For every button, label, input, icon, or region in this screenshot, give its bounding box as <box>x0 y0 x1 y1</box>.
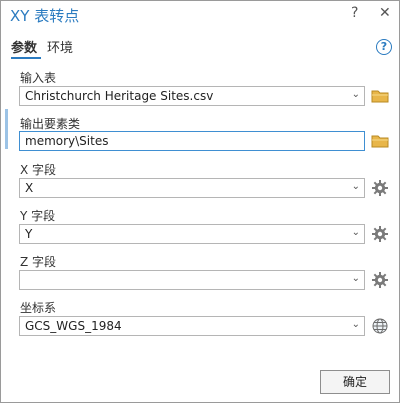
output-features-input[interactable]: memory\Sites <box>19 131 365 151</box>
chevron-down-icon: ⌄ <box>351 273 360 284</box>
tab-parameters-label: 参数 <box>11 41 38 56</box>
tab-environments[interactable]: 环境 <box>47 37 73 56</box>
coord-system-value: GCS_WGS_1984 <box>25 319 122 333</box>
x-field-value: X <box>25 181 34 195</box>
gear-icon[interactable] <box>371 225 389 243</box>
active-tab-underline <box>11 57 41 59</box>
title-bar: XY 表转点 ? ✕ <box>1 1 399 31</box>
input-table-label: 输入表 <box>20 71 57 85</box>
chevron-down-icon: ⌄ <box>351 181 360 192</box>
help-button[interactable]: ? <box>351 5 358 21</box>
input-table-dropdown[interactable]: Christchurch Heritage Sites.csv ⌄ <box>19 86 365 106</box>
z-field-dropdown[interactable]: ⌄ <box>19 270 365 290</box>
folder-icon[interactable] <box>371 87 389 105</box>
y-field-dropdown[interactable]: Y ⌄ <box>19 224 365 244</box>
y-field-label: Y 字段 <box>20 209 56 223</box>
chevron-down-icon: ⌄ <box>351 227 360 238</box>
close-button[interactable]: ✕ <box>379 5 391 21</box>
x-field-label: X 字段 <box>20 163 57 177</box>
gear-icon[interactable] <box>371 271 389 289</box>
y-field-value: Y <box>25 227 33 241</box>
z-field-label: Z 字段 <box>20 255 57 269</box>
dialog-window: XY 表转点 ? ✕ 参数 环境 ? 输入表 Christchurch Heri… <box>0 0 400 403</box>
dialog-title: XY 表转点 <box>10 7 80 25</box>
chevron-down-icon: ⌄ <box>351 319 360 330</box>
active-parameter-marker <box>5 109 8 149</box>
output-features-value: memory\Sites <box>25 134 109 148</box>
ok-button[interactable]: 确定 <box>320 370 390 394</box>
folder-icon[interactable] <box>371 132 389 150</box>
x-field-dropdown[interactable]: X ⌄ <box>19 178 365 198</box>
gear-icon[interactable] <box>371 179 389 197</box>
input-table-value: Christchurch Heritage Sites.csv <box>25 89 214 103</box>
output-features-label: 输出要素类 <box>20 117 81 131</box>
tab-parameters[interactable]: 参数 <box>11 37 41 59</box>
globe-icon[interactable] <box>371 317 389 335</box>
coord-system-label: 坐标系 <box>20 301 57 315</box>
chevron-down-icon: ⌄ <box>351 89 360 100</box>
coord-system-dropdown[interactable]: GCS_WGS_1984 ⌄ <box>19 316 365 336</box>
help-circle-icon[interactable]: ? <box>376 39 392 55</box>
